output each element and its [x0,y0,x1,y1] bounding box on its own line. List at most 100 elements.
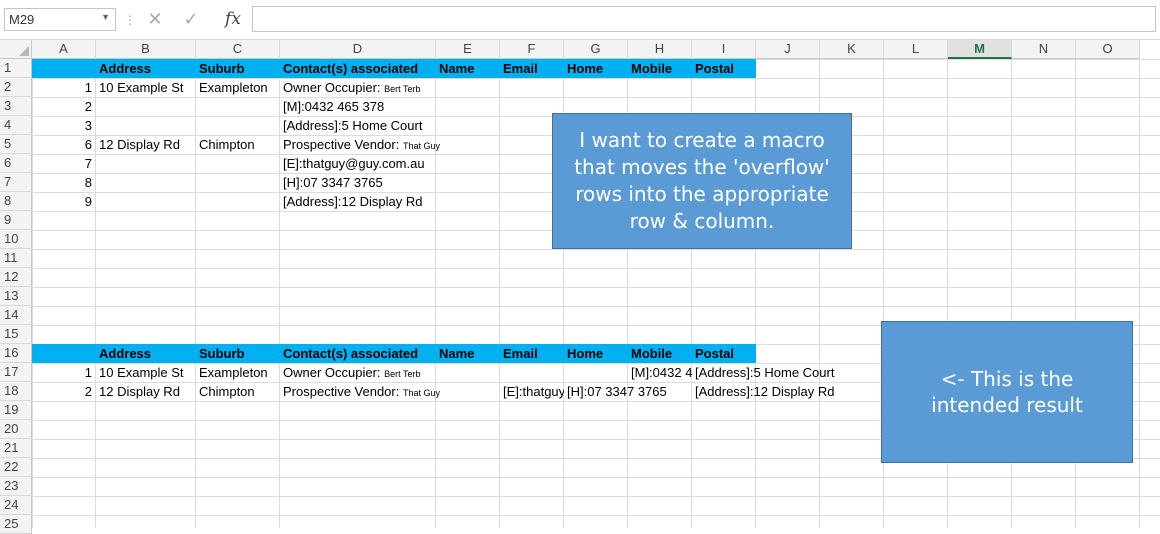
row-header-11[interactable]: 11 [0,249,32,268]
table1-a-value: 8 [84,175,92,190]
table2-a-value: 1 [84,365,92,380]
table1-a-value: 2 [84,99,92,114]
contact-prefix: Owner Occupier: [283,80,385,95]
table2-postal: [Address]:12 Display Rd [695,384,835,399]
row-header-4[interactable]: 4 [0,116,32,135]
cell-area[interactable]: Address Suburb Contact(s) associated Nam… [32,59,1160,528]
row-header-9[interactable]: 9 [0,211,32,230]
table2-header-name: Name [439,346,475,361]
table2-address: 10 Example St [99,365,184,380]
row-header-8[interactable]: 8 [0,192,32,211]
table2-a-value: 2 [84,384,92,399]
table1-header-suburb: Suburb [199,61,245,76]
table1-overflow-address: [Address]:5 Home Court [283,118,423,133]
column-header-g[interactable]: G [564,40,628,59]
table2-home: [H]:07 3347 3765 [567,384,667,399]
row-header-16[interactable]: 16 [0,344,32,363]
row-header-14[interactable]: 14 [0,306,32,325]
column-header-n[interactable]: N [1012,40,1076,59]
table1-header-mobile: Mobile [631,61,673,76]
column-header-k[interactable]: K [820,40,884,59]
table1-contact: Prospective Vendor: That Guy [280,135,440,154]
table1-header-email: Email [503,61,538,76]
grid-line [1139,59,1140,528]
column-header-b[interactable]: B [96,40,196,59]
row-header-1[interactable]: 1 [0,59,32,78]
row-header-24[interactable]: 24 [0,496,32,515]
callout-text: <- This is the intended result [931,367,1083,417]
column-header-i[interactable]: I [692,40,756,59]
column-header-d[interactable]: D [280,40,436,59]
contact-name: That Guy [402,388,440,398]
table2-header-postal: Postal [695,346,735,361]
row-header-5[interactable]: 5 [0,135,32,154]
table1-suburb: Exampleton [199,80,268,95]
column-header-e[interactable]: E [436,40,500,59]
row-header-23[interactable]: 23 [0,477,32,496]
macro-request-callout: I want to create a macro that moves the … [552,113,852,249]
table2-address: 12 Display Rd [99,384,180,399]
table1-address: 10 Example St [99,80,184,95]
contact-prefix: Prospective Vendor: [283,137,403,152]
name-box[interactable]: M29 ▼ [4,8,116,31]
row-header-10[interactable]: 10 [0,230,32,249]
table1-overflow-mobile: [M]:0432 465 378 [283,99,385,114]
row-header-22[interactable]: 22 [0,458,32,477]
row-header-18[interactable]: 18 [0,382,32,401]
row-header-3[interactable]: 3 [0,97,32,116]
column-header-c[interactable]: C [196,40,280,59]
row-header-13[interactable]: 13 [0,287,32,306]
table1-header-contacts: Contact(s) associated [283,61,419,76]
row-header-2[interactable]: 2 [0,78,32,97]
table1-overflow-address: [Address]:12 Display Rd [283,194,423,209]
column-header-l[interactable]: L [884,40,948,59]
table2-header-suburb: Suburb [199,346,245,361]
table1-contact: Owner Occupier: Bert Terb [280,78,421,97]
table2-header-email: Email [503,346,538,361]
confirm-icon[interactable]: ✓ [178,6,204,32]
formula-input[interactable] [252,6,1156,32]
cancel-icon[interactable]: ✕ [142,6,168,32]
table1-a-value: 1 [84,80,92,95]
column-header-m[interactable]: M [948,40,1012,59]
name-box-value: M29 [9,12,35,27]
contact-name: That Guy [402,141,440,151]
row-header-20[interactable]: 20 [0,420,32,439]
row-header-21[interactable]: 21 [0,439,32,458]
more-options-icon: ⋮ [124,13,136,27]
table2-suburb: Exampleton [199,365,268,380]
row-header-12[interactable]: 12 [0,268,32,287]
row-header-7[interactable]: 7 [0,173,32,192]
table1-header-address: Address [99,61,152,76]
table1-a-value: 3 [84,118,92,133]
row-header-19[interactable]: 19 [0,401,32,420]
row-header-25[interactable]: 25 [0,515,32,534]
table1-header-postal: Postal [695,61,735,76]
table1-header-home: Home [567,61,604,76]
table1-overflow-email: [E]:thatguy@guy.com.au [283,156,425,171]
column-header-f[interactable]: F [500,40,564,59]
row-header-15[interactable]: 15 [0,325,32,344]
grid-line [195,59,196,528]
table2-header-address: Address [99,346,152,361]
table2-postal: [Address]:5 Home Court [695,365,835,380]
chevron-down-icon[interactable]: ▼ [101,12,110,22]
select-all-button[interactable] [0,40,32,59]
row-header-17[interactable]: 17 [0,363,32,382]
table2-header-contacts: Contact(s) associated [283,346,419,361]
table2-mobile: [M]:0432 465 378 [631,365,692,380]
formula-bar: M29 ▼ ⋮ ✕ ✓ fx [0,0,1160,40]
contact-name: Bert Terb [384,369,421,379]
table2-contact: Owner Occupier: Bert Terb [280,363,421,382]
row-header-6[interactable]: 6 [0,154,32,173]
table2-header-mobile: Mobile [631,346,673,361]
column-header-j[interactable]: J [756,40,820,59]
column-header-h[interactable]: H [628,40,692,59]
insert-function-icon[interactable]: fx [218,6,248,32]
column-header-o[interactable]: O [1076,40,1140,59]
table2-contact: Prospective Vendor: That Guy [280,382,440,401]
table2-suburb: Chimpton [199,384,255,399]
callout-text: I want to create a macro that moves the … [574,128,830,233]
column-header-a[interactable]: A [32,40,96,59]
grid-line [499,59,500,528]
